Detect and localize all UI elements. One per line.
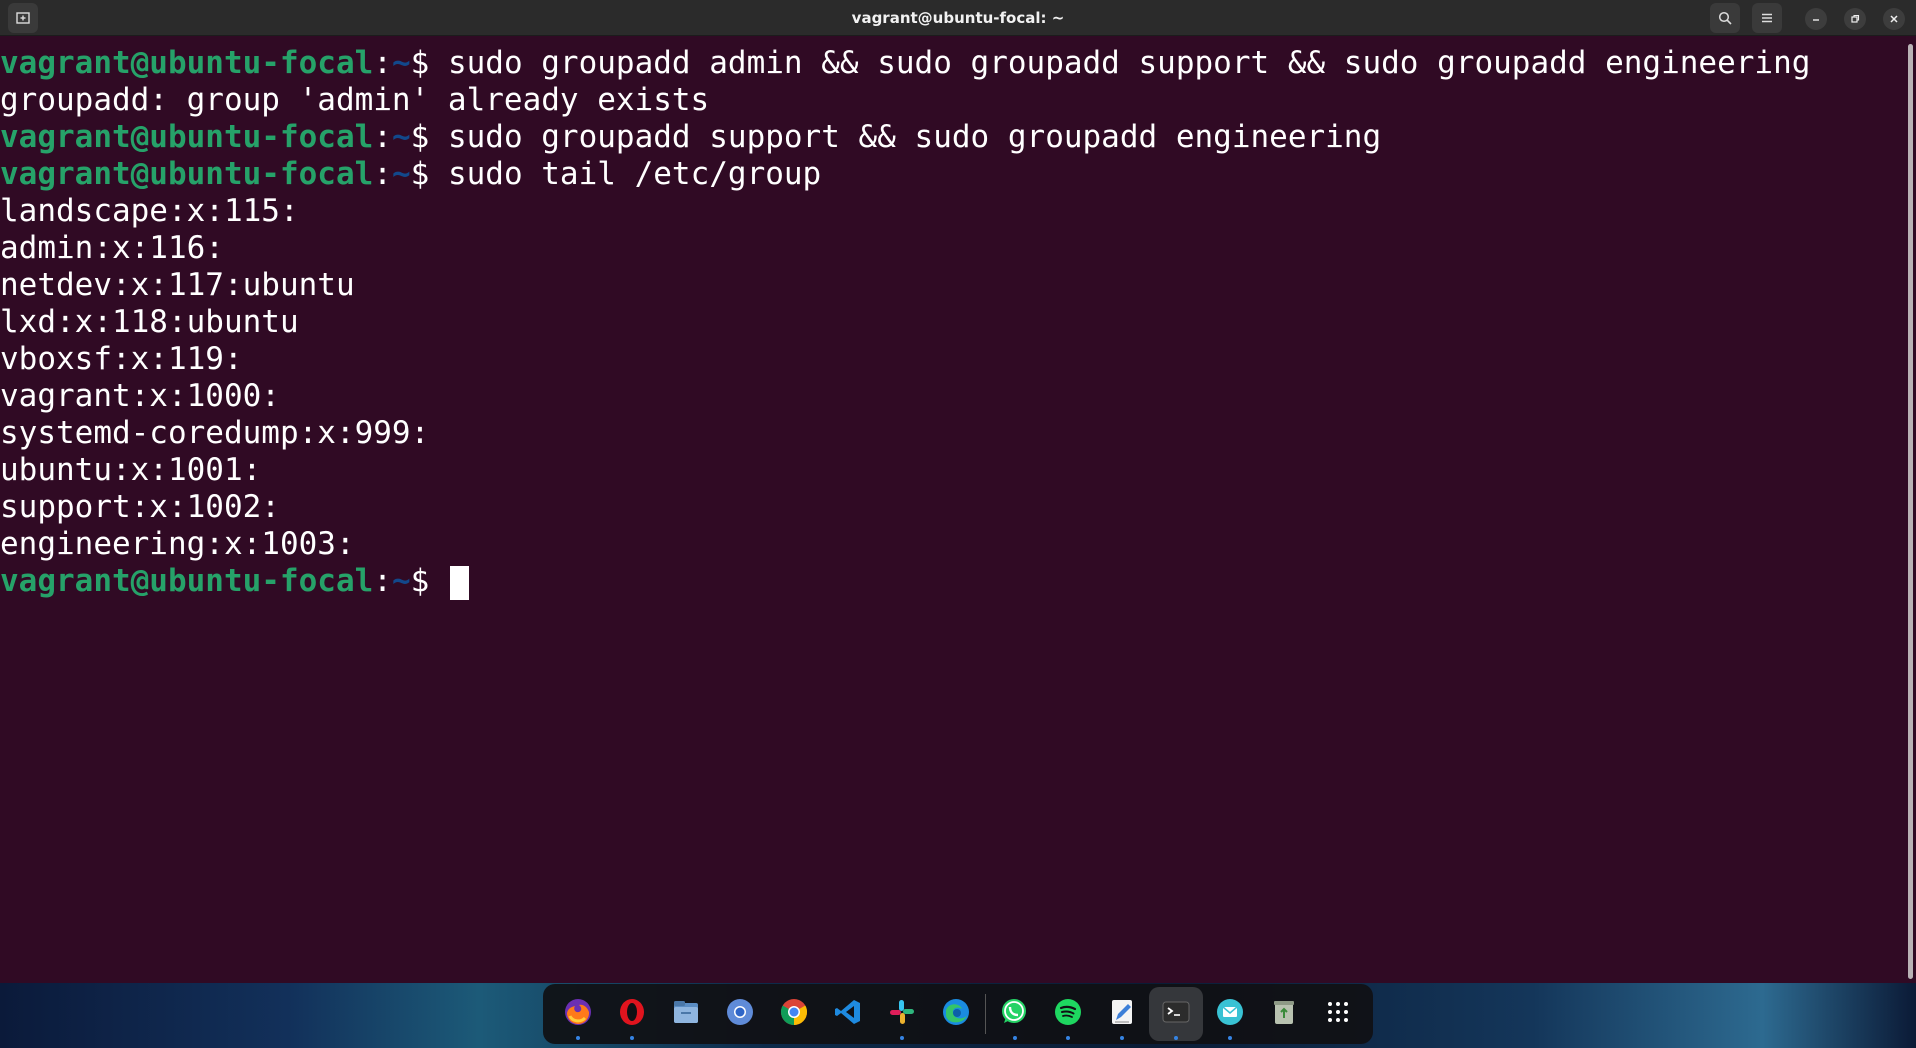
- dock-item-terminal[interactable]: [1149, 987, 1204, 1041]
- prompt-separator: :: [373, 119, 392, 155]
- dock-item-edge[interactable]: [929, 987, 983, 1041]
- running-indicator: [1120, 1036, 1125, 1040]
- prompt-separator: :: [373, 563, 392, 599]
- output-line: support:x:1002:: [0, 489, 280, 525]
- running-indicator: [1012, 1036, 1017, 1040]
- prompt-user-host: vagrant@ubuntu-focal: [0, 119, 374, 155]
- prompt-line: vagrant@ubuntu-focal:~$: [0, 563, 1810, 600]
- dock-item-app-grid[interactable]: [1311, 987, 1365, 1041]
- dock-item-slack[interactable]: [875, 987, 929, 1041]
- slack-icon: [886, 996, 918, 1032]
- dock-item-opera[interactable]: [605, 987, 659, 1041]
- output-line: netdev:x:117:ubuntu: [0, 267, 355, 303]
- prompt-symbol: $: [410, 45, 448, 81]
- dock-item-firefox[interactable]: [551, 987, 605, 1041]
- output-line: admin:x:116:: [0, 230, 224, 266]
- prompt-line: vagrant@ubuntu-focal:~$ sudo groupadd su…: [0, 119, 1810, 156]
- output-line: vagrant:x:1000:: [0, 378, 280, 414]
- maximize-button[interactable]: [1844, 8, 1866, 30]
- output-line: vboxsf:x:119:: [0, 341, 243, 377]
- command-text: sudo groupadd admin && sudo groupadd sup…: [447, 45, 1811, 81]
- prompt-user-host: vagrant@ubuntu-focal: [0, 563, 374, 599]
- terminal-lines: vagrant@ubuntu-focal:~$ sudo groupadd ad…: [0, 45, 1810, 600]
- dock-item-files[interactable]: [659, 987, 713, 1041]
- running-indicator: [1066, 1036, 1071, 1040]
- hamburger-icon: [1762, 13, 1772, 23]
- text-cursor: [449, 565, 469, 600]
- menu-button[interactable]: [1752, 3, 1782, 33]
- terminal-icon: [1160, 996, 1192, 1032]
- restore-icon: [1851, 14, 1860, 23]
- running-indicator: [576, 1036, 580, 1040]
- dock-item-trash[interactable]: [1257, 987, 1311, 1041]
- output-line: groupadd: group 'admin' already exists: [0, 82, 710, 118]
- title-bar: vagrant@ubuntu-focal: ~: [0, 0, 1916, 36]
- whatsapp-icon: [998, 996, 1030, 1032]
- dock-separator: [984, 994, 986, 1034]
- prompt-symbol: $: [410, 119, 448, 155]
- edge-icon: [940, 996, 972, 1032]
- scrollbar[interactable]: [1908, 44, 1913, 979]
- minimize-button[interactable]: [1805, 8, 1827, 30]
- prompt-path: ~: [391, 45, 411, 81]
- files-icon: [670, 996, 702, 1032]
- output-line: engineering:x:1003:: [0, 526, 355, 562]
- prompt-line: vagrant@ubuntu-focal:~$ sudo tail /etc/g…: [0, 156, 1810, 193]
- trash-icon: [1268, 996, 1300, 1032]
- chrome-icon: [778, 996, 810, 1032]
- vscode-icon: [832, 996, 864, 1032]
- dock-item-mail[interactable]: [1203, 987, 1257, 1041]
- dock-item-chromium[interactable]: [713, 987, 767, 1041]
- prompt-symbol: $: [410, 563, 448, 599]
- running-indicator: [899, 1036, 904, 1040]
- running-indicator: [1174, 1036, 1179, 1040]
- dock-item-text-editor[interactable]: [1095, 987, 1149, 1041]
- terminal-output[interactable]: vagrant@ubuntu-focal:~$ sudo groupadd ad…: [0, 36, 1904, 981]
- prompt-path: ~: [391, 563, 411, 599]
- prompt-path: ~: [391, 156, 411, 192]
- prompt-line: vagrant@ubuntu-focal:~$ sudo groupadd ad…: [0, 45, 1810, 82]
- command-text: sudo tail /etc/group: [447, 156, 822, 192]
- app-grid-icon: [1326, 1000, 1350, 1028]
- chromium-icon: [724, 996, 756, 1032]
- minimize-icon: [1813, 19, 1819, 21]
- close-button[interactable]: [1883, 8, 1905, 30]
- output-line: ubuntu:x:1001:: [0, 452, 262, 488]
- prompt-separator: :: [373, 156, 392, 192]
- dock-item-whatsapp[interactable]: [988, 987, 1042, 1041]
- running-indicator: [1228, 1036, 1233, 1040]
- running-indicator: [629, 1036, 634, 1040]
- search-icon: [1718, 11, 1732, 25]
- prompt-path: ~: [391, 119, 411, 155]
- output-line: landscape:x:115:: [0, 193, 299, 229]
- output-line: systemd-coredump:x:999:: [0, 415, 430, 451]
- prompt-symbol: $: [410, 156, 448, 192]
- output-line: lxd:x:118:ubuntu: [0, 304, 299, 340]
- dock: [543, 984, 1373, 1044]
- prompt-user-host: vagrant@ubuntu-focal: [0, 45, 374, 81]
- mail-icon: [1214, 996, 1246, 1032]
- prompt-separator: :: [373, 45, 392, 81]
- prompt-user-host: vagrant@ubuntu-focal: [0, 156, 374, 192]
- dock-item-vscode[interactable]: [821, 987, 875, 1041]
- search-button[interactable]: [1710, 3, 1740, 33]
- command-text: sudo groupadd support && sudo groupadd e…: [447, 119, 1382, 155]
- opera-icon: [616, 996, 648, 1032]
- spotify-icon: [1052, 996, 1084, 1032]
- dock-item-spotify[interactable]: [1041, 987, 1095, 1041]
- text-editor-icon: [1106, 996, 1138, 1032]
- window-title: vagrant@ubuntu-focal: ~: [851, 9, 1065, 27]
- firefox-icon: [562, 996, 594, 1032]
- close-icon: [1890, 15, 1898, 23]
- dock-item-chrome[interactable]: [767, 987, 821, 1041]
